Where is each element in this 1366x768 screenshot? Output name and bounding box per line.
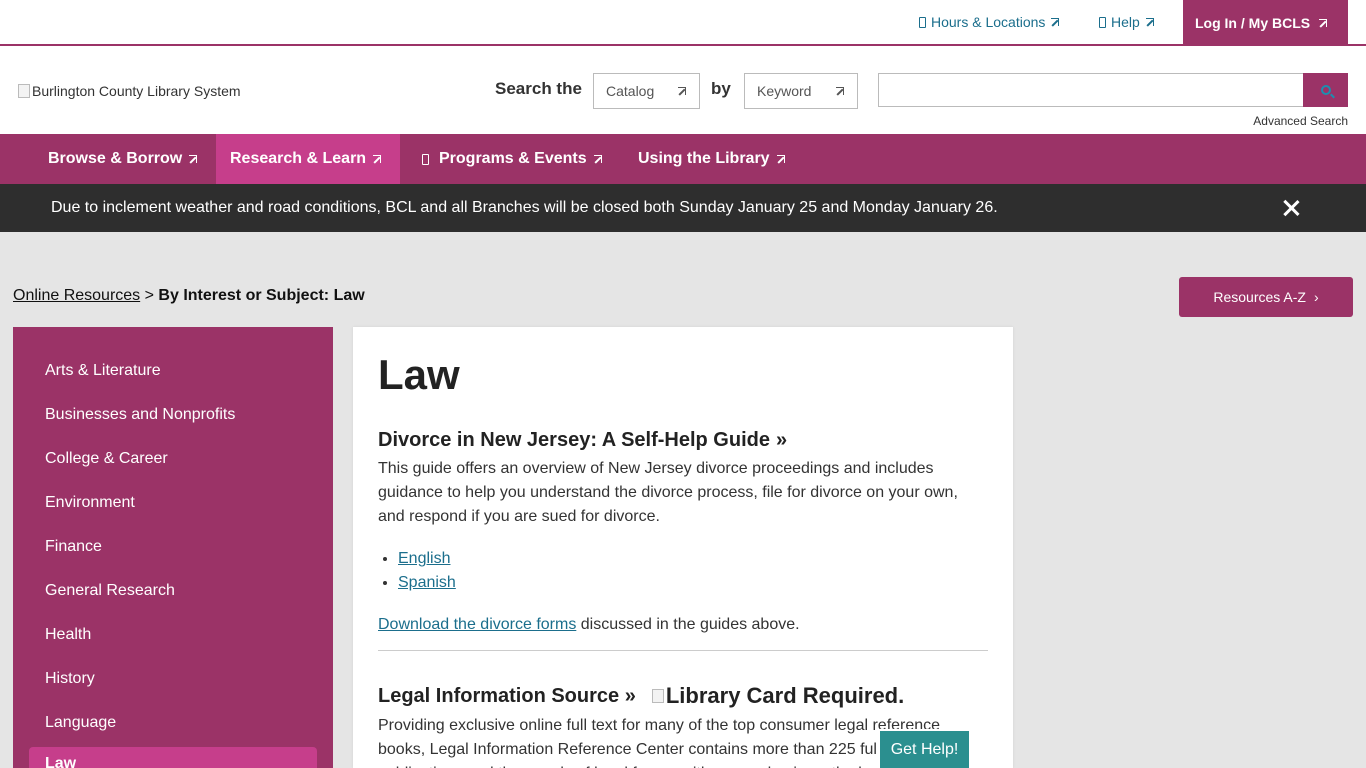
resource-legal-info-title[interactable]: Legal Information Source » — [378, 685, 636, 708]
nav-programs-events-label: Programs & Events — [439, 150, 587, 167]
sidebar-item-finance[interactable]: Finance — [45, 538, 102, 556]
library-card-required-badge: Library Card Required. — [651, 683, 905, 709]
mobile-icon — [422, 153, 429, 165]
advanced-search-link[interactable]: Advanced Search — [1253, 114, 1348, 128]
chevron-right-icon: › — [1313, 289, 1319, 305]
nav-using-library-label: Using the Library — [638, 150, 770, 167]
language-link-list: English Spanish — [378, 547, 456, 595]
resources-a-z-label: Resources A-Z — [1213, 289, 1306, 305]
list-item: English — [398, 547, 456, 571]
search-scope-value: Catalog — [606, 83, 655, 99]
external-link-icon — [677, 86, 687, 96]
search-type-select[interactable]: Keyword — [744, 73, 858, 109]
sidebar-item-health[interactable]: Health — [45, 626, 91, 644]
resource-legal-info-label: Legal Information Source — [378, 684, 620, 707]
broken-image-icon — [651, 689, 664, 703]
subject-sidebar: Arts & Literature Businesses and Nonprof… — [13, 327, 333, 768]
external-link-icon — [188, 154, 198, 164]
external-link-icon — [1145, 17, 1155, 27]
spanish-guide-link[interactable]: Spanish — [398, 574, 456, 591]
resource-divorce-guide-title[interactable]: Divorce in New Jersey: A Self-Help Guide… — [378, 429, 787, 452]
by-label: by — [711, 79, 731, 98]
resource-divorce-guide-label: Divorce in New Jersey: A Self-Help Guide — [378, 429, 770, 451]
search-scope-select[interactable]: Catalog — [593, 73, 700, 109]
resources-a-z-button[interactable]: Resources A-Z › — [1179, 277, 1353, 317]
nav-using-library[interactable]: Using the Library — [624, 134, 800, 184]
site-logo[interactable]: Burlington County Library System — [18, 83, 241, 99]
external-link-icon — [776, 154, 786, 164]
sidebar-item-general-research[interactable]: General Research — [45, 582, 175, 600]
breadcrumb-current: By Interest or Subject: Law — [158, 287, 365, 304]
mobile-icon — [1099, 16, 1106, 28]
sidebar-item-history[interactable]: History — [45, 670, 95, 688]
divorce-forms-line: Download the divorce forms discussed in … — [378, 613, 978, 637]
closure-alert-banner: Due to inclement weather and road condit… — [0, 184, 1366, 232]
get-help-button[interactable]: Get Help! — [880, 731, 969, 768]
library-card-required-alt: Library Card Required. — [665, 683, 905, 708]
nav-programs-events[interactable]: Programs & Events — [408, 134, 617, 184]
site-header: Burlington County Library System Search … — [0, 46, 1366, 134]
sidebar-item-arts-literature[interactable]: Arts & Literature — [45, 362, 161, 380]
sidebar-item-college-career[interactable]: College & Career — [45, 450, 168, 468]
search-label: Search the — [495, 79, 582, 98]
double-chevron-right-icon: » — [624, 684, 636, 707]
broken-image-icon — [18, 84, 30, 98]
help-label: Help — [1111, 14, 1140, 30]
list-item: Spanish — [398, 571, 456, 595]
sidebar-item-businesses-nonprofits[interactable]: Businesses and Nonprofits — [45, 406, 235, 424]
external-link-icon — [593, 154, 603, 164]
hours-locations-link[interactable]: Hours & Locations — [919, 14, 1060, 30]
nav-browse-borrow-label: Browse & Borrow — [48, 150, 183, 167]
logo-alt-text: Burlington County Library System — [32, 83, 241, 99]
breadcrumb-online-resources[interactable]: Online Resources — [13, 287, 140, 304]
external-link-icon — [835, 86, 845, 96]
content-card: Law Divorce in New Jersey: A Self-Help G… — [353, 327, 1013, 768]
double-chevron-right-icon: » — [775, 429, 788, 451]
external-link-icon — [1050, 17, 1060, 27]
nav-research-learn-label: Research & Learn — [230, 150, 367, 167]
nav-research-learn[interactable]: Research & Learn — [216, 134, 400, 184]
divorce-forms-suffix: discussed in the guides above. — [576, 616, 800, 633]
mobile-icon — [919, 16, 926, 28]
divider — [378, 650, 988, 651]
hours-locations-label: Hours & Locations — [931, 14, 1046, 30]
search-button[interactable] — [1303, 73, 1348, 107]
download-divorce-forms-link[interactable]: Download the divorce forms — [378, 616, 576, 633]
sidebar-item-language[interactable]: Language — [45, 714, 116, 732]
nav-browse-borrow[interactable]: Browse & Borrow — [34, 134, 212, 184]
english-guide-link[interactable]: English — [398, 550, 450, 567]
search-input[interactable] — [878, 73, 1304, 107]
login-label: Log In / My BCLS — [1195, 14, 1311, 31]
close-icon[interactable] — [1282, 199, 1300, 217]
search-type-value: Keyword — [757, 83, 812, 99]
external-link-icon — [1318, 18, 1328, 28]
help-link[interactable]: Help — [1099, 14, 1155, 30]
breadcrumb-separator: > — [144, 287, 154, 304]
utility-bar: Hours & Locations Help Log In / My BCLS — [0, 0, 1366, 46]
sidebar-item-environment[interactable]: Environment — [45, 494, 135, 512]
breadcrumb: Online Resources > By Interest or Subjec… — [13, 287, 365, 305]
page-title: Law — [378, 351, 460, 398]
main-nav: Browse & Borrow Research & Learn Program… — [0, 134, 1366, 184]
alert-message: Due to inclement weather and road condit… — [51, 199, 998, 216]
resource-divorce-guide-description: This guide offers an overview of New Jer… — [378, 460, 958, 525]
search-icon — [1320, 85, 1331, 95]
resource-legal-info-heading: Legal Information Source » Library Card … — [378, 683, 904, 709]
external-link-icon — [372, 154, 382, 164]
login-button[interactable]: Log In / My BCLS — [1183, 0, 1348, 45]
sidebar-item-law[interactable]: Law — [29, 747, 317, 768]
